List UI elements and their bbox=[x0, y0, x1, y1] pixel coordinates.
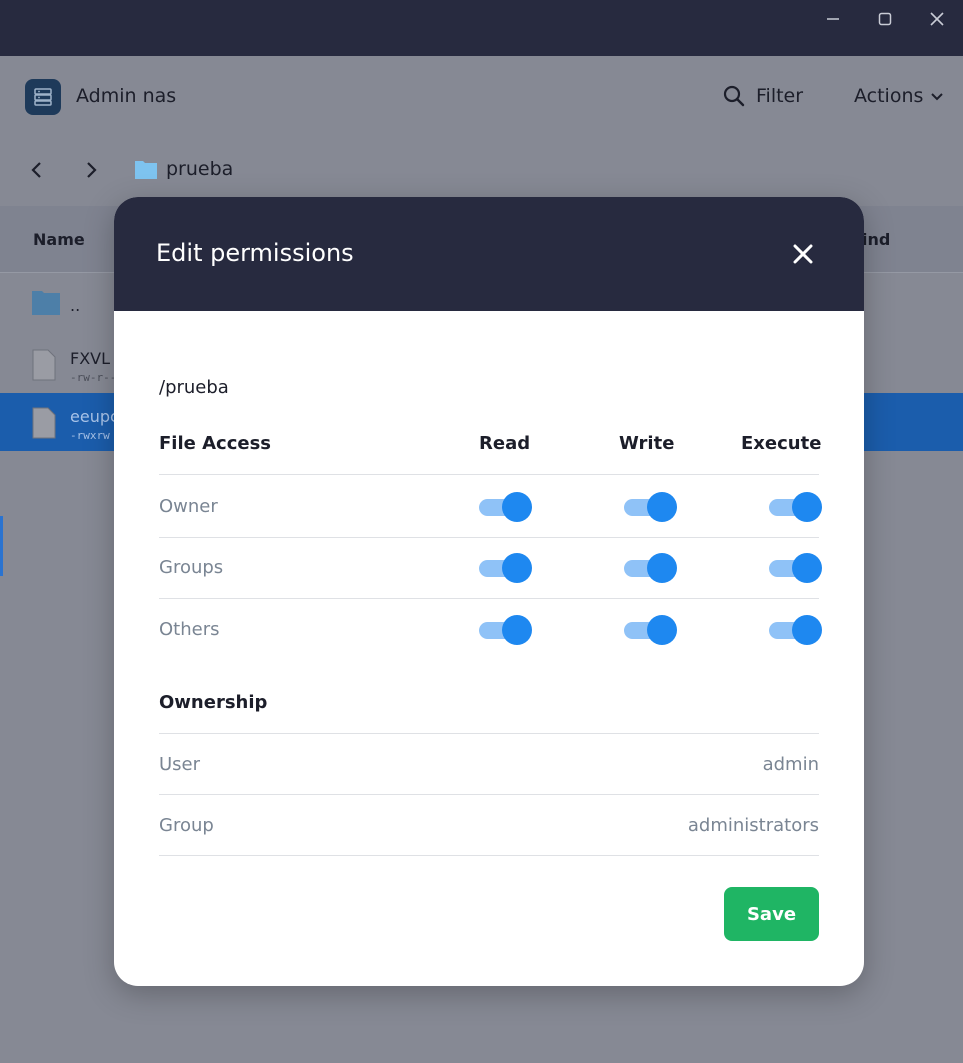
filter-button[interactable]: Filter bbox=[722, 84, 803, 108]
folder-icon bbox=[32, 288, 60, 320]
others-execute-toggle[interactable] bbox=[767, 615, 823, 645]
owner-read-toggle[interactable] bbox=[477, 492, 533, 522]
permission-row-others: Others bbox=[159, 599, 822, 661]
window-titlebar bbox=[0, 0, 963, 56]
file-access-label: File Access bbox=[159, 433, 272, 454]
column-execute: Execute bbox=[741, 433, 822, 454]
column-write: Write bbox=[619, 433, 675, 454]
owner-write-toggle[interactable] bbox=[622, 492, 678, 522]
save-button[interactable]: Save bbox=[724, 887, 819, 941]
scroll-indicator bbox=[0, 516, 3, 576]
window-close-icon[interactable] bbox=[926, 8, 948, 30]
ownership-row-user: User admin bbox=[159, 734, 819, 795]
ownership-row-group: Group administrators bbox=[159, 795, 819, 856]
row-name: .. bbox=[70, 296, 81, 315]
file-access-header: File Access Read Write Execute bbox=[159, 423, 822, 475]
others-write-toggle[interactable] bbox=[622, 615, 678, 645]
filter-label: Filter bbox=[756, 85, 804, 107]
actions-dropdown[interactable]: Actions bbox=[854, 85, 945, 107]
column-name[interactable]: Name bbox=[33, 230, 85, 249]
groups-write-toggle[interactable] bbox=[622, 553, 678, 583]
search-icon bbox=[723, 85, 745, 107]
row-name: FXVL bbox=[70, 349, 111, 368]
actions-label: Actions bbox=[854, 85, 924, 107]
ownership-row-value[interactable]: admin bbox=[763, 754, 819, 775]
edit-permissions-dialog: Edit permissions /prueba File Access Rea… bbox=[114, 197, 864, 986]
permission-row-groups: Groups bbox=[159, 537, 822, 599]
minimize-icon[interactable] bbox=[822, 8, 844, 30]
groups-read-toggle[interactable] bbox=[477, 553, 533, 583]
others-read-toggle[interactable] bbox=[477, 615, 533, 645]
chevron-down-icon bbox=[931, 93, 944, 101]
ownership-row-label: Group bbox=[159, 815, 214, 836]
permission-label: Others bbox=[159, 619, 220, 640]
navigation-bar: prueba bbox=[0, 152, 963, 192]
file-icon bbox=[32, 407, 56, 443]
ownership-row-value[interactable]: administrators bbox=[688, 815, 819, 836]
row-name: eeupc bbox=[70, 407, 119, 426]
folder-icon bbox=[135, 161, 157, 179]
ownership-row-label: User bbox=[159, 754, 201, 775]
owner-execute-toggle[interactable] bbox=[767, 492, 823, 522]
permission-label: Owner bbox=[159, 496, 218, 517]
groups-execute-toggle[interactable] bbox=[767, 553, 823, 583]
permission-row-owner: Owner bbox=[159, 476, 822, 538]
close-icon[interactable] bbox=[790, 241, 816, 267]
server-icon bbox=[25, 79, 61, 115]
column-read: Read bbox=[479, 433, 531, 454]
dialog-header: Edit permissions bbox=[114, 197, 864, 311]
column-kind[interactable]: ind bbox=[862, 230, 890, 249]
app-title: Admin nas bbox=[76, 85, 177, 107]
forward-icon[interactable] bbox=[82, 160, 100, 184]
dialog-title: Edit permissions bbox=[156, 239, 354, 267]
maximize-icon[interactable] bbox=[874, 8, 896, 30]
file-icon bbox=[32, 349, 56, 385]
breadcrumb[interactable]: prueba bbox=[134, 158, 233, 180]
back-icon[interactable] bbox=[28, 160, 46, 184]
row-permissions: -rw-r-- bbox=[70, 371, 117, 384]
row-permissions: -rwxrw bbox=[70, 429, 110, 442]
app-header: Admin nas Filter Actions bbox=[0, 56, 963, 138]
file-path: /prueba bbox=[159, 377, 229, 398]
breadcrumb-folder: prueba bbox=[166, 158, 234, 180]
ownership-header: Ownership bbox=[159, 680, 819, 734]
permission-label: Groups bbox=[159, 557, 224, 578]
ownership-label: Ownership bbox=[159, 692, 268, 713]
